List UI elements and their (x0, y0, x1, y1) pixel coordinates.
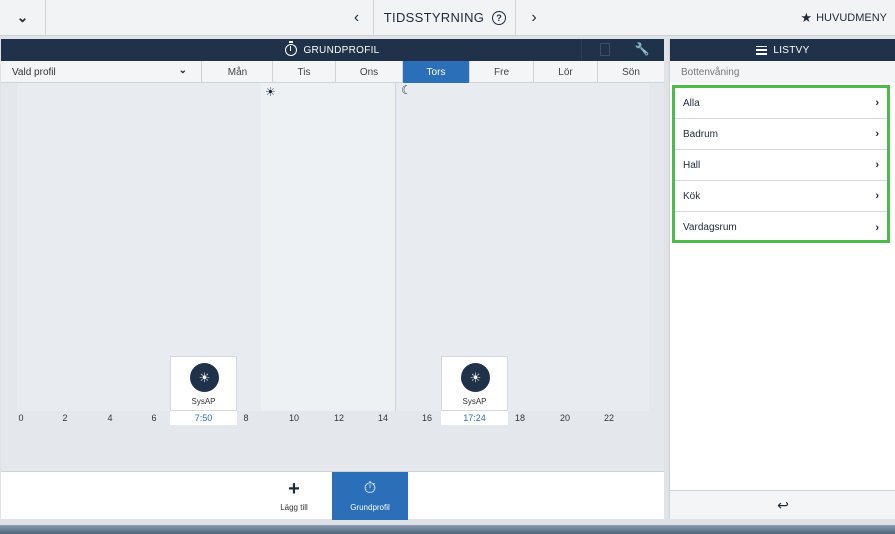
chevron-right-icon: › (875, 97, 879, 109)
trash-icon[interactable] (600, 43, 610, 56)
hour-label: 10 (288, 413, 299, 423)
sun-icon: ☀ (190, 363, 219, 392)
day-tabs: Vald profil ⌄ Mån Tis Ons Tors Fre Lör S… (1, 61, 664, 83)
hour-label: 14 (377, 413, 388, 423)
chevron-right-icon: › (875, 159, 879, 171)
room-label: Badrum (683, 128, 719, 140)
floor-label: Bottenvåning (670, 61, 895, 83)
hour-label: 12 (333, 413, 344, 423)
room-item-living-room[interactable]: Vardagsrum › (675, 212, 887, 243)
tab-day-sat[interactable]: Lör (534, 61, 598, 83)
room-item-bathroom[interactable]: Badrum › (675, 119, 887, 150)
tab-day-mon[interactable]: Mån (203, 61, 273, 83)
room-label: Hall (683, 159, 701, 171)
chevron-right-icon: › (875, 128, 879, 140)
chevron-down-icon: ⌄ (16, 9, 29, 25)
list-view-header: LISTVY (670, 39, 895, 61)
prev-page-button[interactable]: ‹ (340, 0, 374, 35)
hour-label: 6 (151, 413, 157, 423)
list-view-panel: LISTVY Bottenvåning Alla › Badrum › Hall… (669, 39, 895, 519)
list-view-title: LISTVY (773, 44, 810, 56)
timer-check-icon: ⏱ (363, 480, 377, 497)
main-menu-label: HUVUDMENY (816, 11, 887, 24)
taskbar (0, 525, 895, 534)
room-item-hall[interactable]: Hall › (675, 150, 887, 181)
room-item-all[interactable]: Alla › (675, 88, 887, 119)
tab-day-wed[interactable]: Ons (336, 61, 403, 83)
base-profile-label: Grundprofil (350, 503, 390, 512)
list-icon (756, 45, 768, 55)
header-divider (581, 39, 582, 61)
back-arrow-icon: ↩ (777, 496, 789, 513)
hour-label: 18 (514, 413, 525, 423)
chevron-down-icon: ⌄ (178, 65, 187, 76)
profile-select[interactable]: Vald profil ⌄ (1, 61, 202, 83)
hour-label: 22 (603, 413, 614, 423)
star-icon: ★ (800, 9, 813, 25)
main-menu-link[interactable]: ★ HUVUDMENY (800, 0, 887, 35)
event-label: SysAP (462, 397, 487, 406)
room-list: Alla › Badrum › Hall › Kök › Vardagsrum … (672, 85, 890, 243)
event-label: SysAP (191, 397, 216, 406)
hour-label: 4 (107, 413, 113, 423)
moon-icon: ☾ (401, 83, 412, 97)
hour-label: 0 (18, 413, 24, 423)
profile-select-value: Vald profil (12, 66, 56, 78)
room-label: Kök (683, 190, 701, 202)
next-page-button[interactable]: › (517, 0, 551, 35)
back-button[interactable]: ↩ (670, 490, 895, 519)
schedule-toolbar: + Lägg till ⏱ Grundprofil (1, 471, 664, 520)
menu-toggle-button[interactable]: ⌄ (0, 0, 46, 35)
room-label: Vardagsrum (683, 222, 737, 233)
hour-label: 16 (421, 413, 432, 423)
room-item-kitchen[interactable]: Kök › (675, 181, 887, 212)
tab-day-sun[interactable]: Sön (598, 61, 664, 83)
help-icon[interactable]: ? (492, 10, 507, 25)
schedule-panel: GRUNDPROFIL 🔧 Vald profil ⌄ Mån Tis Ons … (1, 39, 664, 520)
timer-icon (285, 41, 298, 56)
event-card[interactable]: ☀ SysAP (441, 356, 508, 411)
sun-icon: ☀ (461, 363, 490, 392)
room-label: Alla (683, 97, 700, 109)
page-title: TIDSSTYRNING ? (375, 0, 516, 35)
schedule-header: GRUNDPROFIL 🔧 (1, 39, 664, 61)
timeline[interactable]: ☀ ☾ ☀ SysAP 7:50 ☀ SysAP 17:24 0 2 4 6 8… (1, 83, 664, 471)
day-band (261, 83, 396, 411)
chevron-right-icon: › (875, 190, 879, 202)
tab-day-thu[interactable]: Tors (403, 61, 470, 83)
sun-icon: ☀ (265, 85, 276, 99)
hour-label: 8 (243, 413, 249, 423)
add-button[interactable]: + Lägg till (259, 472, 329, 520)
page-title-text: TIDSSTYRNING (383, 10, 485, 25)
hour-label: 2 (62, 413, 68, 423)
event-time: 17:24 (441, 411, 508, 425)
hour-label: 20 (559, 413, 570, 423)
tab-day-fri[interactable]: Fre (470, 61, 534, 83)
wrench-icon[interactable]: 🔧 (635, 42, 650, 56)
add-label: Lägg till (280, 503, 308, 512)
plus-icon: + (288, 478, 300, 500)
top-bar: ⌄ ‹ TIDSSTYRNING ? › ★ HUVUDMENY (0, 0, 895, 36)
base-profile-button[interactable]: ⏱ Grundprofil (332, 472, 408, 520)
night-band (396, 83, 649, 411)
event-card[interactable]: ☀ SysAP (170, 356, 237, 411)
schedule-header-title: GRUNDPROFIL (303, 44, 380, 56)
event-time: 7:50 (170, 411, 237, 425)
tab-day-tue[interactable]: Tis (273, 61, 336, 83)
chevron-right-icon: › (875, 221, 879, 234)
